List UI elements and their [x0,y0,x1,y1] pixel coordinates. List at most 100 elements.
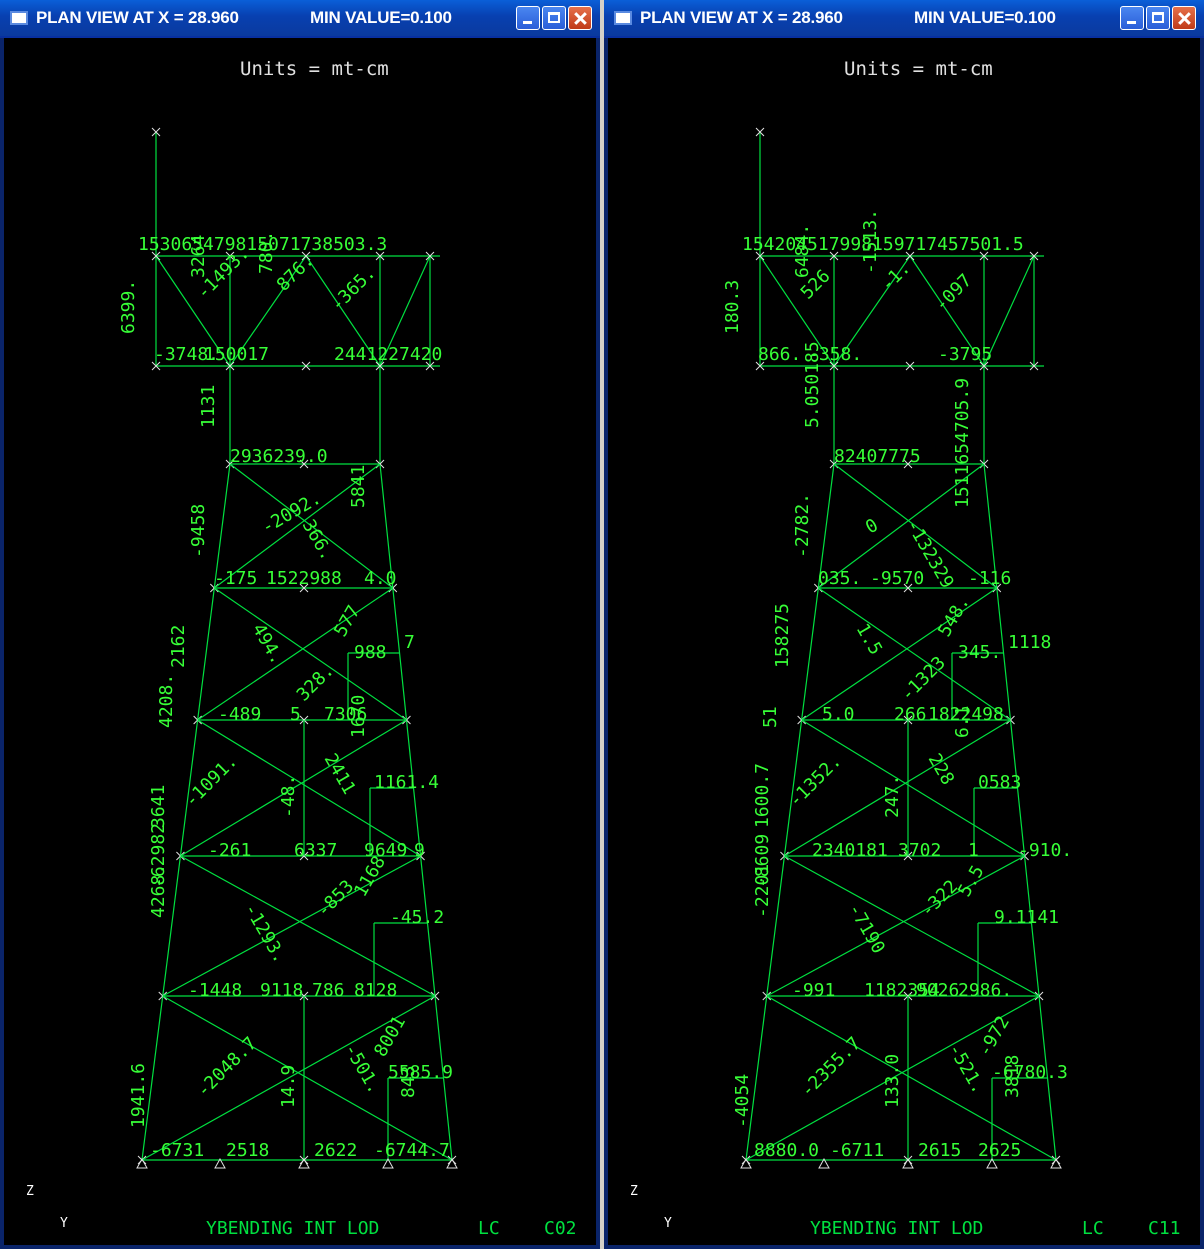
member-value-label: -2782. [792,493,813,558]
model-viewport-right[interactable]: Units = mt-cm 154204517998159717457501.5… [608,38,1200,1245]
member-value-label: -991 [792,980,835,1001]
window-icon [10,11,28,25]
window-icon [614,11,632,25]
member-value-label: 1670 [348,695,369,738]
member-value-label: -6744.7 [374,1140,450,1161]
member-value-label: -972 [974,1012,1014,1060]
minimize-button[interactable] [516,6,540,30]
member-value-label: 9026 [916,980,959,1001]
member-value-label: 2411 [320,750,360,798]
member-value-label: 180.3 [722,280,743,334]
member-value-label: 266 [894,704,927,725]
member-value-label: -1448 [188,980,242,1001]
load-case-label: C11 [1148,1218,1181,1239]
member-value-label: 1941.6 [128,1063,149,1128]
member-value-label: -322 [917,876,963,922]
axis-y-label: Y [60,1216,68,1231]
member-value-label: 4.0 [364,568,397,589]
member-value-label: 9.1141 [994,907,1059,928]
maximize-button[interactable] [542,6,566,30]
member-value-label: -6780.3 [992,1062,1068,1083]
member-value-label: 14.9 [278,1065,299,1108]
member-value-label: 5.0 [822,704,855,725]
member-value-label: -175 [214,568,257,589]
member-value-label: 494. [248,620,288,668]
member-value-label: -1513. [860,209,881,274]
tower-model-right: 154204517998159717457501.5180.36484.526-… [722,127,1072,1169]
member-value-label: 1522988 [266,568,342,589]
min-value-label: MIN VALUE=0.100 [914,8,1056,27]
member-value-label: 2518 [226,1140,269,1161]
member-value-label: -2048.7 [193,1033,261,1101]
member-value-label: 366. [298,516,338,564]
minimize-button[interactable] [1120,6,1144,30]
member-value-label: -116 [968,568,1011,589]
member-value-label: 2441227420 [334,344,442,365]
member-value-label: 1511654705.9 [952,378,973,508]
member-value-label: 345. [958,642,1001,663]
close-button[interactable] [1172,6,1196,30]
member-value-label: 5841 [348,465,369,508]
member-value-label: 9 [414,840,425,861]
axis-z-label: Z [26,1184,34,1199]
member-value-label: 2936239.0 [230,446,328,467]
result-type-label: YBENDING INT LOD [206,1218,380,1239]
member-value-label: 7 [404,632,415,653]
member-value-label: 1131 [198,385,219,428]
member-value-label: 5585.9 [388,1062,453,1083]
member-value-label: 786 [312,980,345,1001]
window-title: PLAN VIEW AT X = 28.960 [640,8,843,27]
plan-view-window-left[interactable]: PLAN VIEW AT X = 28.960 MIN VALUE=0.100 … [0,0,600,1249]
plan-view-window-right[interactable]: PLAN VIEW AT X = 28.960 MIN VALUE=0.100 … [604,0,1204,1249]
member-value-label: -9458 [188,504,209,558]
member-value-label: 2986. [958,980,1012,1001]
member-value-label: -1. [877,258,915,296]
member-value-label: 2625 [978,1140,1021,1161]
member-value-label: 150017 [204,344,269,365]
member-value-label: 3702 [898,840,941,861]
member-value-label: -6711 [830,1140,884,1161]
min-value-label: MIN VALUE=0.100 [310,8,452,27]
member-value-label: 0583 [978,772,1021,793]
member-value-label: 82407775 [834,446,921,467]
member-value-label: 6337 [294,840,337,861]
member-value-label: 247. [882,775,903,818]
window-title: PLAN VIEW AT X = 28.960 [36,8,239,27]
member-value-label: 51 [760,706,781,728]
member-value-label: 4208. [156,674,177,728]
member-value-label: -910. [1018,840,1072,861]
titlebar-right[interactable]: PLAN VIEW AT X = 28.960 MIN VALUE=0.100 [604,0,1204,38]
member-value-label: -261 [208,840,251,861]
member-value-label: 1 [968,840,979,861]
member-value-label: 3641 [148,785,169,828]
member-value-label: -9570 [870,568,924,589]
member-value-label: 577 [330,602,364,641]
member-value-label: -4054 [732,1074,753,1128]
model-viewport-left[interactable]: Units = mt-cm 153065479815071738503.3 639… [4,38,596,1245]
close-button[interactable] [568,6,592,30]
axis-indicator-icon [608,38,668,98]
maximize-button[interactable] [1146,6,1170,30]
titlebar-left[interactable]: PLAN VIEW AT X = 28.960 MIN VALUE=0.100 [0,0,600,38]
axis-y-label: Y [664,1216,672,1231]
member-value-label: 0 [862,515,882,539]
member-value-label: -3795 [938,344,992,365]
member-value-label: 2615 [918,1140,961,1161]
member-value-label: -8609 [752,834,773,888]
member-value-label: 228 [924,750,958,789]
member-value-label: 5.050185 [802,341,823,428]
member-value-label: -7190 [844,900,889,957]
load-case-label: C02 [544,1218,577,1239]
member-value-label: 8880.0 [754,1140,819,1161]
member-value-label: 3264 [188,235,209,278]
axis-z-label: Z [630,1184,638,1199]
member-value-label: 5.5 [954,862,988,901]
tower-model-left: 153065479815071738503.36399.3264-1493. 78… [118,127,458,1169]
member-value-label: 866. [758,344,801,365]
member-value-label: -48. [278,775,299,818]
member-value-label: 1.5 [852,620,886,659]
member-value-label: 988 [354,642,387,663]
member-value-label: 780. [256,231,277,274]
result-type-label: YBENDING INT LOD [810,1218,984,1239]
load-case-prefix: LC [478,1218,500,1239]
